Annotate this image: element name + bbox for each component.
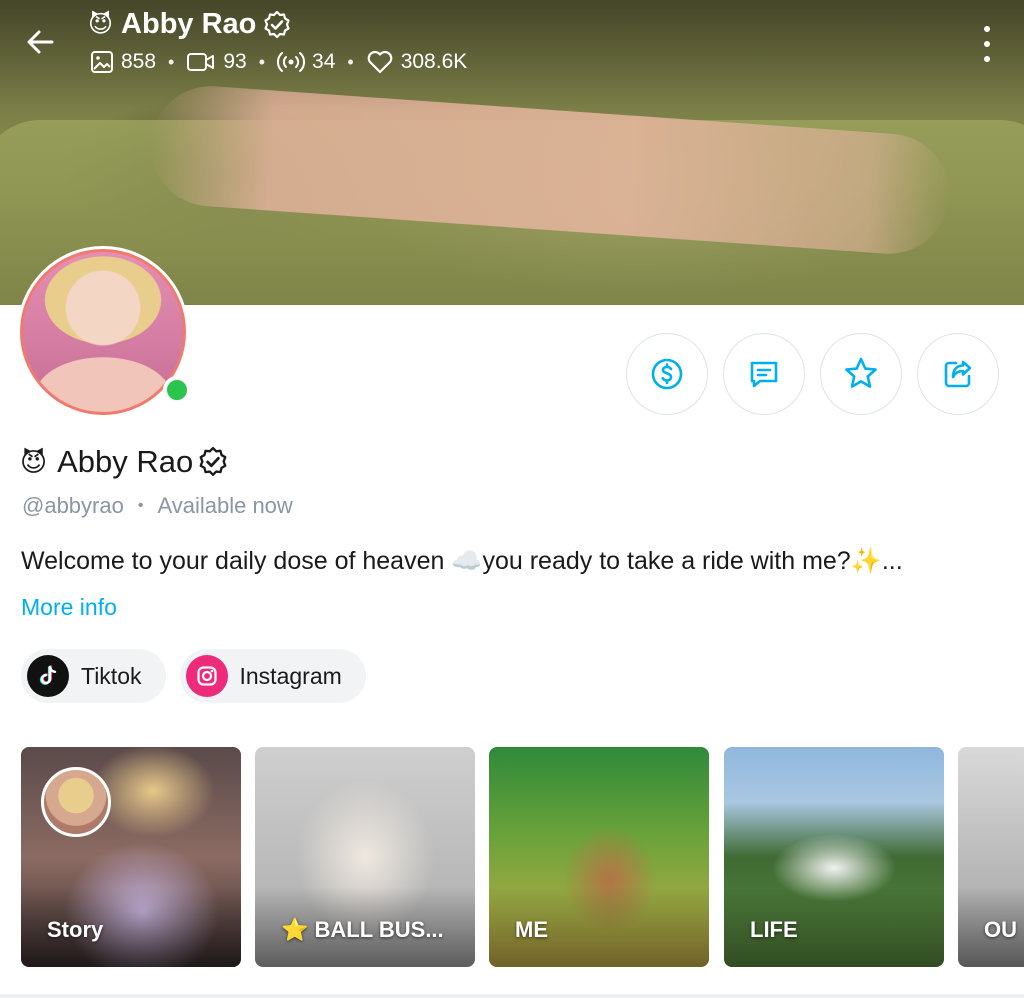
verified-icon — [197, 446, 229, 478]
instagram-icon — [185, 655, 228, 697]
share-icon — [944, 360, 972, 388]
profile-meta: @abbyrao • Available now — [22, 493, 293, 519]
kebab-dot-icon — [984, 26, 990, 32]
back-button[interactable] — [20, 22, 60, 62]
header-title: 😈 Abby Rao — [88, 8, 292, 41]
devil-emoji: 😈 — [20, 446, 48, 477]
highlight-ball-bus[interactable]: ⭐ BALL BUS... — [255, 747, 475, 967]
videos-stat: 93 — [186, 50, 247, 74]
header-stats: 858 • 93 • 34 • 308.6K — [90, 50, 467, 74]
profile-display-name: Abby Rao — [57, 444, 194, 479]
avatar-container[interactable] — [17, 246, 191, 418]
separator: • — [137, 497, 144, 514]
tiktok-chip[interactable]: Tiktok — [21, 649, 166, 703]
availability-status: Available now — [157, 493, 293, 518]
profile-bio: Welcome to your daily dose of heaven ☁️y… — [21, 547, 903, 575]
devil-emoji: 😈 — [88, 11, 114, 38]
avatar[interactable] — [20, 249, 186, 415]
highlight-label: ⭐ BALL BUS... — [281, 917, 444, 942]
highlight-partial[interactable]: OU — [958, 747, 1024, 967]
video-icon — [187, 53, 215, 71]
profile-handle: @abbyrao — [22, 493, 124, 518]
instagram-label: Instagram — [239, 662, 342, 689]
message-icon — [750, 361, 778, 388]
favorite-button[interactable] — [820, 333, 902, 415]
star-icon — [845, 357, 877, 388]
streams-count: 34 — [312, 50, 336, 73]
message-button[interactable] — [723, 333, 805, 415]
highlight-label: ME — [515, 917, 548, 942]
profile-name: 😈 Abby Rao — [20, 444, 229, 480]
more-options-button[interactable] — [972, 26, 1002, 62]
highlight-life[interactable]: LIFE — [724, 747, 944, 967]
streams-stat: 34 — [277, 50, 335, 74]
top-bar: 😈 Abby Rao 858 • 93 • 34 • 308.6K — [0, 0, 1024, 90]
tip-button[interactable] — [626, 333, 708, 415]
highlight-story[interactable]: Story — [21, 747, 241, 967]
videos-count: 93 — [223, 50, 247, 73]
photos-count: 858 — [121, 50, 157, 73]
highlight-label: Story — [47, 917, 104, 942]
header-name: Abby Rao — [121, 8, 257, 40]
more-info-link[interactable]: More info — [21, 594, 117, 621]
share-button[interactable] — [917, 333, 999, 415]
divider — [0, 994, 1024, 998]
highlight-label: OU — [984, 917, 1017, 942]
kebab-dot-icon — [984, 41, 990, 47]
photos-stat: 858 — [90, 50, 156, 74]
profile-actions — [626, 333, 999, 415]
highlights-row: Story ⭐ BALL BUS... ME LIFE OU — [0, 746, 1024, 970]
arrow-left-icon — [27, 30, 54, 54]
tiktok-icon — [27, 655, 69, 697]
heart-icon — [367, 50, 393, 74]
broadcast-icon — [277, 52, 306, 72]
story-avatar — [41, 767, 111, 837]
online-status-dot — [163, 376, 191, 404]
tiktok-label: Tiktok — [81, 662, 142, 689]
highlight-me[interactable]: ME — [489, 747, 709, 967]
likes-count: 308.6K — [400, 50, 468, 73]
highlight-label: LIFE — [750, 917, 798, 942]
instagram-chip[interactable]: Instagram — [179, 649, 366, 703]
verified-icon — [262, 10, 292, 40]
image-icon — [91, 51, 113, 73]
social-links: Tiktok Instagram — [21, 649, 366, 703]
likes-stat: 308.6K — [366, 50, 468, 74]
kebab-dot-icon — [984, 56, 990, 62]
dollar-icon — [651, 358, 683, 390]
